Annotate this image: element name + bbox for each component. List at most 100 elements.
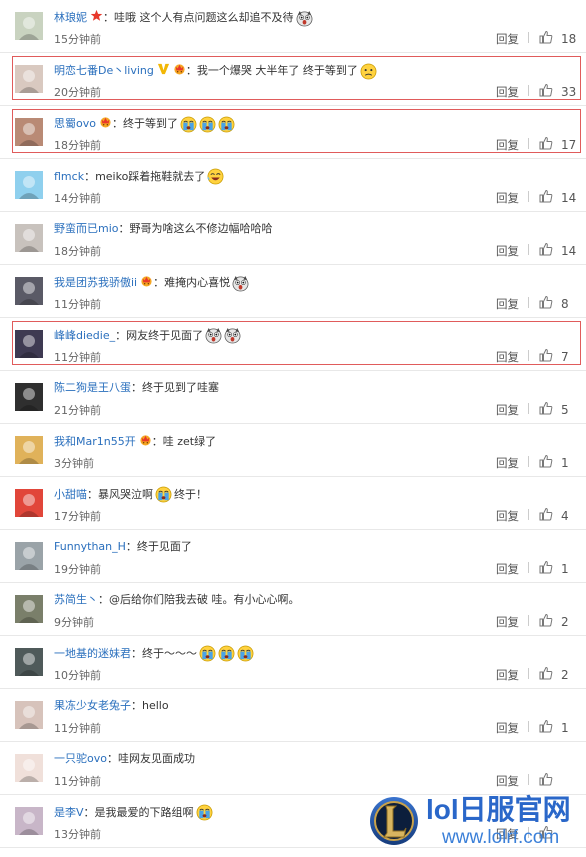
avatar[interactable]	[15, 701, 43, 729]
reply-button[interactable]: 回复	[496, 31, 519, 47]
comment-list: 林琅妮：哇哦 这个人有点问题这么却追不及待 15分钟前 回复 18 明恋七番De丶liv…	[0, 0, 586, 848]
comment-text: 难掩内心喜悦	[164, 276, 231, 289]
reply-button[interactable]: 回复	[496, 720, 519, 736]
username-link[interactable]: 果冻少女老兔子	[54, 698, 131, 714]
reply-button[interactable]: 回复	[496, 773, 519, 789]
comment-row: 野蛮而已mio：野哥为啥这么不修边幅哈哈哈 18分钟前 回复 14	[0, 212, 586, 265]
like-count: 5	[561, 402, 569, 417]
reply-button[interactable]: 回复	[496, 667, 519, 683]
username-link[interactable]: 我和Mar1n55开	[54, 434, 136, 450]
comment-line: flmck： meiko踩着拖鞋就去了	[54, 168, 224, 185]
comment-row: 明恋七番De丶living ：我一个爆哭 大半年了 终于等到了 20分钟前 回复 33	[0, 53, 586, 106]
username-link[interactable]: flmck	[54, 169, 84, 185]
username-link[interactable]: 苏简生丶	[54, 592, 98, 608]
comment-line: 我是团苏我骄傲ii ：难掩内心喜悦	[54, 274, 249, 292]
avatar[interactable]	[15, 118, 43, 146]
avatar[interactable]	[15, 224, 43, 252]
avatar[interactable]	[15, 648, 43, 676]
crown-badge-icon	[137, 274, 153, 292]
avatar[interactable]	[15, 277, 43, 305]
avatar[interactable]	[15, 383, 43, 411]
like-button[interactable]: 1	[539, 560, 569, 577]
avatar[interactable]	[15, 489, 43, 517]
divider	[528, 32, 529, 43]
like-count: 2	[561, 614, 569, 629]
comment-row: 陈二狗是王八蛋：终于见到了哇塞 21分钟前 回复 5	[0, 371, 586, 424]
like-button[interactable]: 2	[539, 613, 569, 630]
divider	[528, 244, 529, 255]
avatar[interactable]	[15, 12, 43, 40]
comment-text: 哇网友见面成功	[117, 752, 195, 765]
reply-button[interactable]: 回复	[496, 243, 519, 259]
like-button[interactable]: 8	[539, 295, 569, 312]
avatar[interactable]	[15, 436, 43, 464]
username-link[interactable]: 野蛮而已mio	[54, 221, 119, 237]
avatar[interactable]	[15, 171, 43, 199]
reply-button[interactable]: 回复	[496, 402, 519, 418]
like-count: 18	[561, 31, 577, 46]
reply-button[interactable]: 回复	[496, 508, 519, 524]
like-button[interactable]: 17	[539, 136, 576, 153]
reply-button[interactable]: 回复	[496, 190, 519, 206]
like-button[interactable]	[539, 772, 561, 789]
like-button[interactable]: 4	[539, 507, 569, 524]
reply-button[interactable]: 回复	[496, 614, 519, 630]
username-link[interactable]: 思蜀ovo	[54, 116, 96, 132]
avatar[interactable]	[15, 754, 43, 782]
separator: ：	[106, 752, 118, 765]
like-button[interactable]: 14	[539, 189, 576, 206]
separator: ：	[185, 64, 197, 77]
reply-button[interactable]: 回复	[496, 84, 519, 100]
comment-line: 我和Mar1n55开 ：哇 zet绿了	[54, 433, 216, 451]
username-link[interactable]: 峰峰diedie_	[54, 328, 115, 344]
like-count: 14	[561, 190, 577, 205]
username-link[interactable]: 小甜喵	[54, 487, 87, 503]
avatar[interactable]	[15, 807, 43, 835]
username-link[interactable]: 林琅妮	[54, 10, 87, 26]
comment-text: 终于见面了	[136, 540, 192, 553]
like-count: 17	[561, 137, 577, 152]
timestamp: 18分钟前	[54, 139, 101, 152]
reply-button[interactable]: 回复	[496, 349, 519, 365]
like-button[interactable]: 1	[539, 719, 569, 736]
avatar[interactable]	[15, 595, 43, 623]
thumbs-up-icon	[539, 295, 553, 312]
reply-button[interactable]: 回复	[496, 561, 519, 577]
reply-button[interactable]: 回复	[496, 455, 519, 471]
like-button[interactable]: 1	[539, 454, 569, 471]
username-link[interactable]: 是李V	[54, 805, 84, 821]
separator: ：	[131, 381, 142, 394]
comment-text: 暴风哭泣啊	[98, 487, 153, 501]
separator: ：	[98, 593, 109, 606]
username-link[interactable]: Funnythan_H	[54, 539, 126, 555]
like-button[interactable]: 14	[539, 242, 576, 259]
comment-text: 野哥为啥这么不修边幅哈哈哈	[129, 222, 273, 235]
divider	[528, 562, 529, 573]
watermark-title: lol日服官网	[426, 794, 571, 825]
avatar[interactable]	[15, 542, 43, 570]
sad-emoji-icon	[358, 63, 377, 80]
username-link[interactable]: 陈二狗是王八蛋	[54, 380, 131, 396]
crown-badge-icon	[170, 62, 186, 80]
divider	[528, 138, 529, 149]
star-badge-icon	[87, 9, 103, 27]
timestamp: 11分钟前	[54, 298, 101, 311]
separator: ：	[125, 540, 137, 553]
like-button[interactable]: 5	[539, 401, 569, 418]
timestamp: 20分钟前	[54, 86, 101, 99]
like-button[interactable]: 2	[539, 666, 569, 683]
reply-button[interactable]: 回复	[496, 137, 519, 153]
timestamp: 10分钟前	[54, 669, 101, 682]
like-button[interactable]: 33	[539, 83, 576, 100]
username-link[interactable]: 一只驼ovo	[54, 751, 107, 767]
avatar[interactable]	[15, 330, 43, 358]
like-button[interactable]: 7	[539, 348, 569, 365]
username-link[interactable]: 明恋七番De丶living	[54, 63, 154, 79]
avatar[interactable]	[15, 65, 43, 93]
like-button[interactable]: 18	[539, 30, 576, 47]
timestamp: 11分钟前	[54, 722, 101, 735]
username-link[interactable]: 我是团苏我骄傲ii	[54, 275, 137, 291]
comment-row: 果冻少女老兔子： hello 11分钟前 回复 1	[0, 689, 586, 742]
username-link[interactable]: 一地基的迷妹君	[54, 646, 131, 662]
reply-button[interactable]: 回复	[496, 296, 519, 312]
